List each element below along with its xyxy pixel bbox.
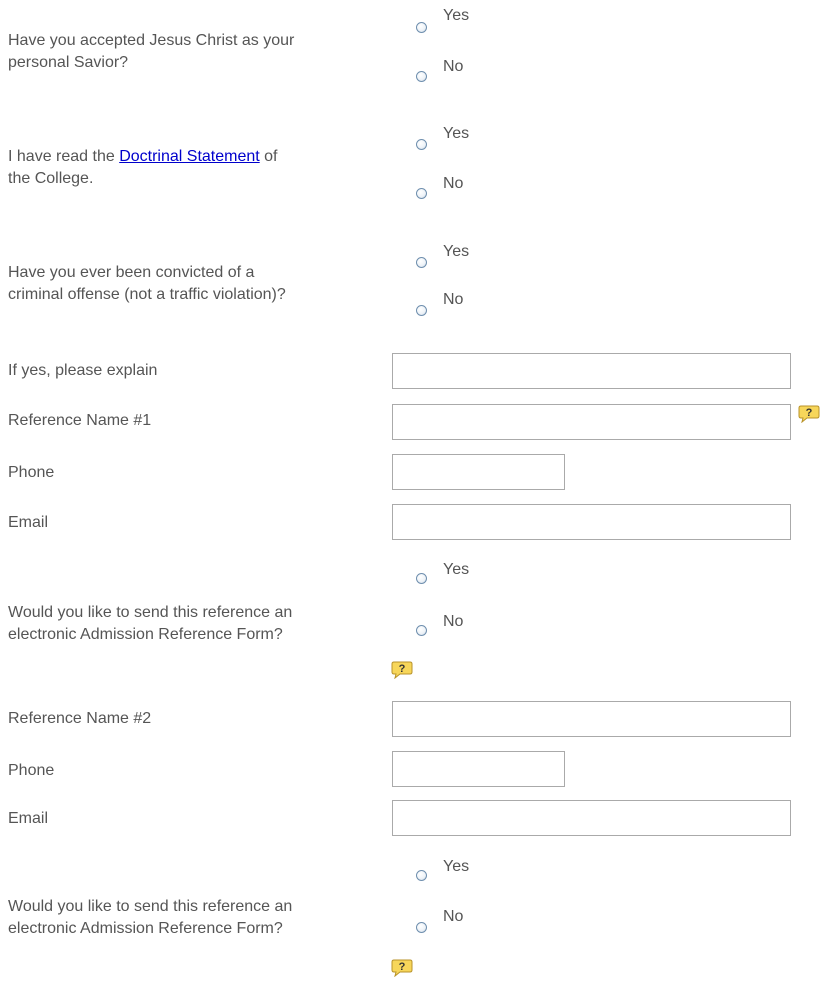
question-criminal-offense: Have you ever been convicted of a crimin… bbox=[8, 262, 286, 306]
question-line: electronic Admission Reference Form? bbox=[8, 626, 283, 643]
ref1-send-yes-radio[interactable] bbox=[416, 573, 427, 584]
help-icon[interactable]: ? bbox=[391, 661, 413, 679]
question-line: criminal offense (not a traffic violatio… bbox=[8, 286, 286, 303]
q3-no-label[interactable]: No bbox=[443, 290, 463, 310]
ref2-send-no-label[interactable]: No bbox=[443, 907, 463, 927]
q2-yes-label[interactable]: Yes bbox=[443, 124, 469, 144]
reference-2-send-form-question: Would you like to send this reference an… bbox=[8, 896, 292, 940]
question-line: Have you accepted Jesus Christ as your bbox=[8, 32, 295, 49]
svg-text:?: ? bbox=[399, 663, 406, 675]
reference-2-name-input[interactable] bbox=[392, 701, 791, 737]
reference-1-name-input[interactable] bbox=[392, 404, 791, 440]
svg-text:?: ? bbox=[806, 407, 813, 419]
q2-yes-radio[interactable] bbox=[416, 139, 427, 150]
question-line: Would you like to send this reference an bbox=[8, 898, 293, 915]
reference-2-phone-label: Phone bbox=[8, 762, 55, 779]
svg-text:?: ? bbox=[399, 961, 406, 973]
q3-no-radio[interactable] bbox=[416, 305, 427, 316]
question-line: the College. bbox=[8, 170, 94, 187]
ref2-send-no-radio[interactable] bbox=[416, 922, 427, 933]
q2-no-radio[interactable] bbox=[416, 188, 427, 199]
reference-1-send-form-question: Would you like to send this reference an… bbox=[8, 602, 292, 646]
question-accepted-christ: Have you accepted Jesus Christ as your p… bbox=[8, 30, 294, 74]
ref1-send-no-radio[interactable] bbox=[416, 625, 427, 636]
q2-no-label[interactable]: No bbox=[443, 174, 463, 194]
reference-1-phone-label: Phone bbox=[8, 464, 55, 481]
reference-2-name-label: Reference Name #2 bbox=[8, 710, 152, 727]
explain-label: If yes, please explain bbox=[8, 362, 158, 379]
explain-input[interactable] bbox=[392, 353, 791, 389]
doctrinal-statement-link[interactable]: Doctrinal Statement bbox=[119, 148, 260, 165]
ref1-send-yes-label[interactable]: Yes bbox=[443, 560, 469, 580]
question-line: Would you like to send this reference an bbox=[8, 604, 293, 621]
ref2-send-yes-radio[interactable] bbox=[416, 870, 427, 881]
q3-yes-label[interactable]: Yes bbox=[443, 242, 469, 262]
question-doctrinal-statement: I have read the Doctrinal Statement of t… bbox=[8, 146, 278, 190]
q1-no-label[interactable]: No bbox=[443, 57, 463, 77]
question-suffix: of bbox=[259, 148, 278, 165]
ref2-send-yes-label[interactable]: Yes bbox=[443, 857, 469, 877]
help-icon[interactable]: ? bbox=[391, 959, 413, 977]
q1-yes-radio[interactable] bbox=[416, 22, 427, 33]
question-line: personal Savior? bbox=[8, 54, 129, 71]
question-line: Have you ever been convicted of a bbox=[8, 264, 255, 281]
q1-no-radio[interactable] bbox=[416, 71, 427, 82]
question-line: electronic Admission Reference Form? bbox=[8, 920, 283, 937]
reference-1-email-label: Email bbox=[8, 514, 49, 531]
reference-1-name-label: Reference Name #1 bbox=[8, 412, 152, 429]
ref1-send-no-label[interactable]: No bbox=[443, 612, 463, 632]
q3-yes-radio[interactable] bbox=[416, 257, 427, 268]
reference-2-email-input[interactable] bbox=[392, 800, 791, 836]
q1-yes-label[interactable]: Yes bbox=[443, 6, 469, 26]
question-prefix: I have read the bbox=[8, 148, 120, 165]
reference-2-phone-input[interactable] bbox=[392, 751, 565, 787]
reference-1-email-input[interactable] bbox=[392, 504, 791, 540]
reference-1-phone-input[interactable] bbox=[392, 454, 565, 490]
reference-2-email-label: Email bbox=[8, 810, 49, 827]
help-icon[interactable]: ? bbox=[798, 405, 820, 423]
